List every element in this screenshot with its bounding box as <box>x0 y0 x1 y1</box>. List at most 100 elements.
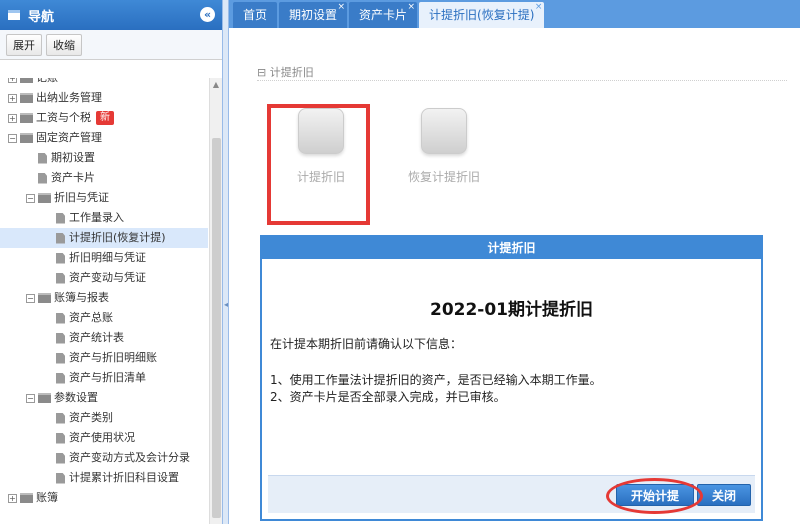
tree-item[interactable]: 资产与折旧清单 <box>0 368 208 388</box>
tree-item[interactable]: 计提折旧(恢复计提) <box>0 228 208 248</box>
collapse-node-icon[interactable]: − <box>26 293 35 303</box>
tree-item-label: 折旧与凭证 <box>54 191 109 204</box>
document-icon <box>56 432 65 444</box>
tab-3[interactable]: 计提折旧(恢复计提) × <box>419 0 545 28</box>
tree-item[interactable]: + 记账 <box>0 78 208 88</box>
nav-tree: + 记账 + 出纳业务管理 + 工资与个税新 − 固定资产管理期初设置资产卡片 − 折旧与凭证工作… <box>0 78 208 524</box>
close-dialog-button[interactable]: 关闭 <box>697 484 752 506</box>
tree-item[interactable]: 资产卡片 <box>0 168 208 188</box>
scroll-thumb[interactable] <box>212 138 221 518</box>
tree-item[interactable]: 工作量录入 <box>0 208 208 228</box>
tab-2[interactable]: 资产卡片 × <box>349 0 418 28</box>
close-tab-icon[interactable]: × <box>408 0 416 20</box>
tree-item-label: 资产变动与凭证 <box>69 271 146 284</box>
tab-label: 首页 <box>243 8 268 22</box>
document-icon <box>56 212 65 224</box>
document-icon <box>56 272 65 284</box>
tree-item[interactable]: 资产统计表 <box>0 328 208 348</box>
tree-item-label: 工作量录入 <box>69 211 124 224</box>
tree-item[interactable]: − 折旧与凭证 <box>0 188 208 208</box>
expand-node-icon[interactable]: + <box>8 113 17 123</box>
folder-icon <box>20 133 33 143</box>
collapse-node-icon[interactable]: − <box>26 193 35 203</box>
document-icon <box>56 232 65 244</box>
collapse-sidebar-button[interactable]: « <box>200 7 215 22</box>
tab-0[interactable]: 首页 <box>233 2 278 28</box>
section-icon: ⊟ <box>257 66 270 79</box>
new-badge: 新 <box>96 111 114 125</box>
section-title: ⊟ 计提折旧 <box>257 66 314 79</box>
tree-item[interactable]: 资产变动方式及会计分录 <box>0 448 208 468</box>
nav-title: 导航 <box>28 9 55 25</box>
collapse-all-button[interactable]: 收缩 <box>46 33 82 56</box>
close-tab-icon[interactable]: × <box>535 0 543 20</box>
tree-item-label: 资产变动方式及会计分录 <box>69 451 190 464</box>
collapse-node-icon[interactable]: − <box>26 393 35 403</box>
restore-depreciation-label: 恢复计提折旧 <box>407 170 480 184</box>
restore-depreciation-icon[interactable] <box>421 108 467 154</box>
document-icon <box>56 332 65 344</box>
tab-label: 期初设置 <box>289 8 338 22</box>
tree-item-label: 计提折旧(恢复计提) <box>69 231 166 244</box>
window-icon <box>8 10 20 20</box>
tree-item-label: 资产与折旧明细账 <box>69 351 157 364</box>
splitter-arrow-icon[interactable]: ◂ <box>224 300 228 309</box>
tree-item-label: 资产统计表 <box>69 331 124 344</box>
scroll-up-icon[interactable]: ▲ <box>210 78 222 91</box>
tree-item-label: 资产卡片 <box>51 171 95 184</box>
tree-item[interactable]: 资产使用状况 <box>0 428 208 448</box>
tree-item[interactable]: 资产总账 <box>0 308 208 328</box>
document-icon <box>38 152 47 164</box>
section-divider <box>257 80 787 81</box>
tree-item-label: 参数设置 <box>54 391 98 404</box>
document-icon <box>56 472 65 484</box>
folder-icon <box>38 193 51 203</box>
tree-item-label: 工资与个税 <box>36 111 91 124</box>
tree-item[interactable]: − 参数设置 <box>0 388 208 408</box>
restore-depreciation-tile[interactable]: 恢复计提折旧 <box>399 108 489 185</box>
depreciation-dialog: 计提折旧 2022-01期计提折旧 在计提本期折旧前请确认以下信息： 1、使用工… <box>260 235 763 521</box>
folder-icon <box>20 113 33 123</box>
tree-item-label: 资产使用状况 <box>69 431 135 444</box>
tree-item[interactable]: 资产变动与凭证 <box>0 268 208 288</box>
tree-item[interactable]: 资产类别 <box>0 408 208 428</box>
tree-item-label: 账簿与报表 <box>54 291 109 304</box>
expand-node-icon[interactable]: + <box>8 93 17 103</box>
tree-item-label: 固定资产管理 <box>36 131 102 144</box>
tree-item-label: 出纳业务管理 <box>36 91 102 104</box>
annotation-highlight-box <box>267 104 370 225</box>
tab-bar: 首页 期初设置 × 资产卡片 × 计提折旧(恢复计提) × <box>229 0 800 28</box>
tree-item-label: 账簿 <box>36 491 58 504</box>
folder-icon <box>38 393 51 403</box>
document-icon <box>56 352 65 364</box>
tab-label: 计提折旧(恢复计提) <box>429 8 535 22</box>
dialog-item-2: 2、资产卡片是否全部录入完成，并已审核。 <box>270 390 506 404</box>
tree-item[interactable]: − 账簿与报表 <box>0 288 208 308</box>
tree-item[interactable]: + 账簿 <box>0 488 208 508</box>
tree-item-label: 资产类别 <box>69 411 113 424</box>
collapse-node-icon[interactable]: − <box>8 133 17 143</box>
tree-item-label: 计提累计折旧科目设置 <box>69 471 179 484</box>
tree-item[interactable]: 折旧明细与凭证 <box>0 248 208 268</box>
tree-item-label: 资产总账 <box>69 311 113 324</box>
document-icon <box>56 412 65 424</box>
tree-item[interactable]: 计提累计折旧科目设置 <box>0 468 208 488</box>
tree-item-label: 资产与折旧清单 <box>69 371 146 384</box>
tab-label: 资产卡片 <box>359 8 408 22</box>
tab-1[interactable]: 期初设置 × <box>279 0 348 28</box>
tree-item-label: 记账 <box>36 78 58 84</box>
tree-item[interactable]: 期初设置 <box>0 148 208 168</box>
tree-scrollbar[interactable]: ▲ <box>209 78 222 524</box>
tree-item[interactable]: + 出纳业务管理 <box>0 88 208 108</box>
tree-item[interactable]: + 工资与个税新 <box>0 108 208 128</box>
close-tab-icon[interactable]: × <box>337 0 345 20</box>
tree-item-label: 期初设置 <box>51 151 95 164</box>
tree-item[interactable]: − 固定资产管理 <box>0 128 208 148</box>
expand-node-icon[interactable]: + <box>8 493 17 503</box>
dialog-intro: 在计提本期折旧前请确认以下信息： <box>270 337 463 351</box>
expand-node-icon[interactable]: + <box>8 78 17 83</box>
tree-toolbar: 展开 收缩 <box>0 30 222 60</box>
tree-item[interactable]: 资产与折旧明细账 <box>0 348 208 368</box>
annotation-highlight-ellipse <box>606 478 703 514</box>
expand-all-button[interactable]: 展开 <box>6 33 42 56</box>
